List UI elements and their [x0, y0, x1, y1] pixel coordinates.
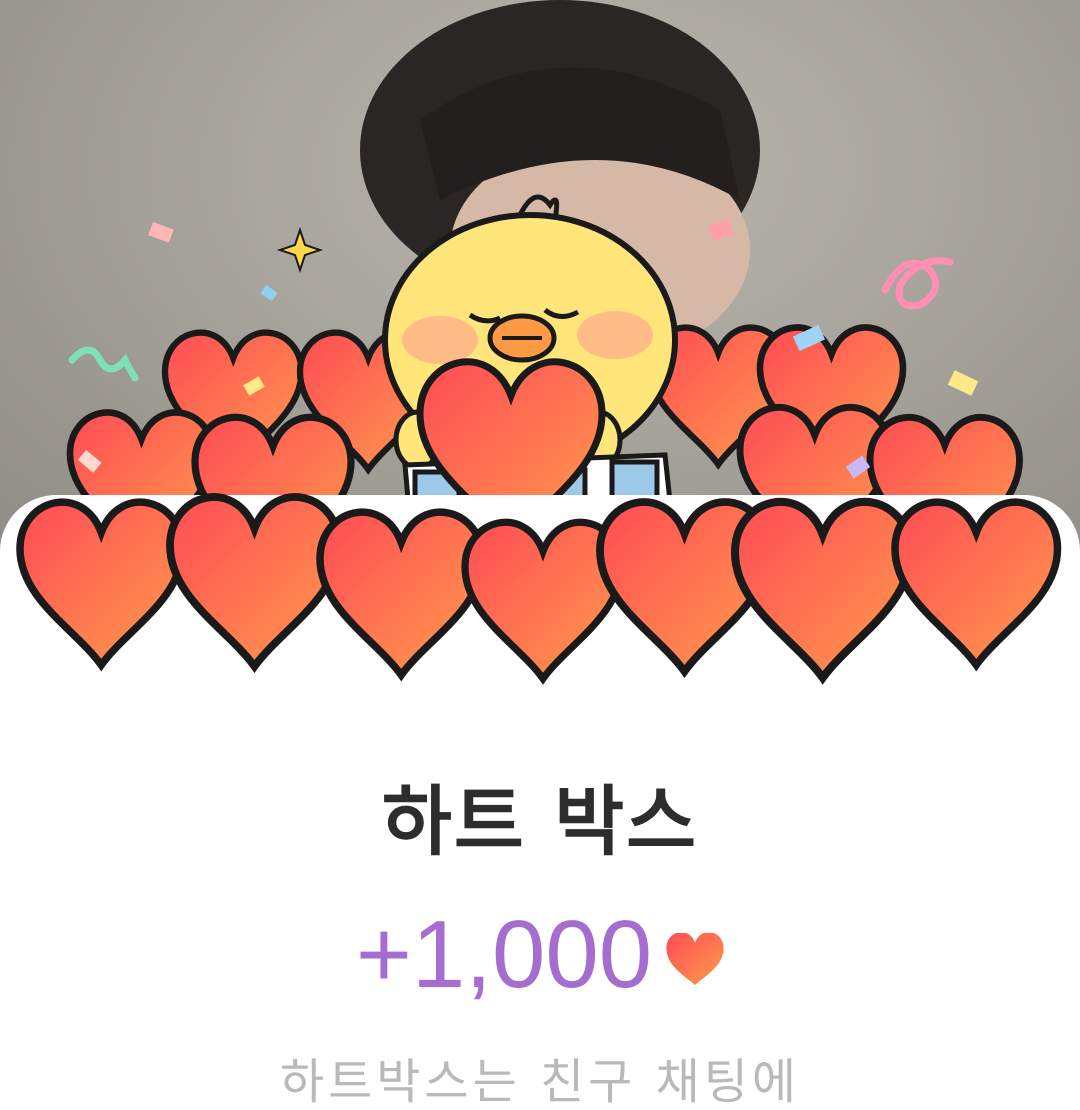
popup-description: 하트박스는 친구 채팅에	[279, 1054, 801, 1110]
reward-amount-row: +1,000	[0, 905, 1080, 1005]
heart-icon	[666, 933, 724, 985]
popup-title: 하트 박스	[381, 777, 699, 866]
reward-amount: +1,000	[355, 901, 653, 1008]
